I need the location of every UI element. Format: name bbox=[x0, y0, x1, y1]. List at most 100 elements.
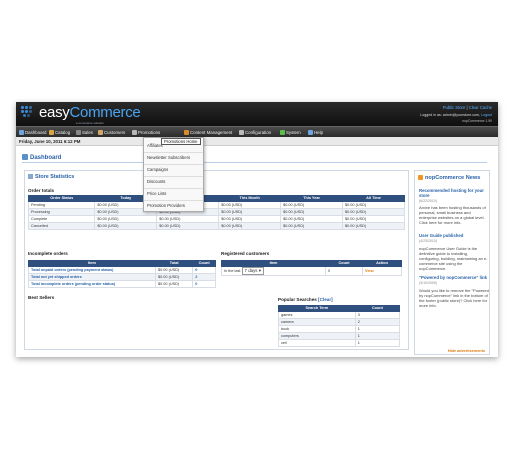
table-cell: $0.00 (USD) bbox=[342, 207, 405, 216]
table-cell: $0.00 (USD) bbox=[280, 207, 344, 216]
table-cell: Pending bbox=[27, 200, 96, 209]
table-cell: $0.00 (USD) bbox=[342, 221, 405, 230]
logged-in-text: Logged in as: admin@yourstore.com, bbox=[420, 113, 480, 117]
menu-label: Dashboard bbox=[25, 130, 47, 135]
table-row: Complete $0.00 (USD) $0.00 (USD) $0.00 (USD… bbox=[27, 214, 405, 223]
table-cell[interactable]: 0 bbox=[192, 265, 216, 274]
table-row: In the last 7 days ▾ 0 View bbox=[220, 265, 402, 276]
table-cell: computers bbox=[278, 331, 356, 340]
table-row: Pending $0.00 (USD) $0.00 (USD) $0.00 (USD)… bbox=[27, 200, 405, 209]
sales-icon bbox=[76, 130, 81, 135]
table-cell: $0.00 (USD) bbox=[280, 200, 344, 209]
menu-label: Content Management bbox=[190, 130, 233, 135]
clear-cache-link[interactable]: Clear Cache bbox=[469, 105, 492, 110]
news-body: Would you like to remove the "Powered by… bbox=[419, 288, 489, 308]
hide-advertisements-link[interactable]: Hide advertisements bbox=[448, 349, 485, 353]
page-title: Dashboard bbox=[22, 154, 61, 161]
divider bbox=[144, 176, 203, 177]
menu-dashboard[interactable]: Dashboard bbox=[19, 129, 46, 136]
table-cell[interactable]: Total not yet shipped orders bbox=[27, 272, 157, 281]
news-date: (3/10/2009) bbox=[419, 281, 437, 285]
rss-icon bbox=[418, 175, 423, 180]
date-bar: Friday, June 10, 2011 6:12 PM bbox=[16, 137, 498, 146]
table-row[interactable]: Total unpaid orders (pending payment sta… bbox=[27, 265, 216, 274]
divider bbox=[144, 164, 203, 165]
table-cell: $0.00 (USD) bbox=[156, 221, 220, 230]
logo-dots-icon bbox=[21, 106, 36, 120]
registered-customers-label: Registered customers bbox=[221, 251, 270, 256]
table-cell: $0.00 (USD) bbox=[218, 221, 282, 230]
dropdown-item-promotion-providers[interactable]: Promotion Providers bbox=[147, 203, 185, 208]
table-cell[interactable]: 0 bbox=[192, 279, 216, 288]
version-text: nopCommerce 1.90 bbox=[462, 119, 492, 123]
catalog-icon bbox=[49, 130, 54, 135]
app-window: easyCommerce e-commerce solution Public … bbox=[16, 102, 498, 357]
news-headline[interactable]: "Powered by nopCommerce" link bbox=[419, 275, 489, 280]
menu-label: Configuration bbox=[245, 130, 272, 135]
public-store-link[interactable]: Public Store bbox=[443, 105, 466, 110]
table-cell: 1 bbox=[354, 331, 401, 340]
period-select[interactable]: 7 days ▾ bbox=[241, 266, 264, 275]
customers-icon bbox=[98, 130, 103, 135]
table-cell: 1 bbox=[354, 338, 401, 347]
promotions-dropdown-menu: Affiliates Newsletter Subscribers Campai… bbox=[143, 137, 204, 212]
menu-help[interactable]: Help bbox=[308, 129, 323, 136]
row-prefix: In the last bbox=[224, 268, 241, 273]
divider bbox=[144, 188, 203, 189]
news-body: nopCommerce User Guide is the definitive… bbox=[419, 246, 488, 271]
table-cell: book bbox=[278, 324, 356, 333]
store-statistics-title-text: Store Statistics bbox=[35, 174, 75, 180]
header-links: Public Store | Clear Cache bbox=[443, 105, 492, 110]
logo[interactable]: easyCommerce bbox=[39, 104, 141, 121]
dropdown-item-campaigns[interactable]: Campaigns bbox=[147, 167, 168, 172]
logo-suffix: Commerce bbox=[69, 104, 141, 121]
menu-label: Help bbox=[314, 130, 324, 135]
news-headline[interactable]: Recommended hosting for your store bbox=[419, 188, 489, 198]
table-cell: 2 bbox=[354, 317, 401, 326]
table-cell: $0.00 (USD) bbox=[342, 214, 405, 223]
table-cell: In the last 7 days ▾ bbox=[220, 265, 327, 276]
table-cell: $0.00 (USD) bbox=[156, 214, 220, 223]
table-row: Cancelled $0.00 (USD) $0.00 (USD) $0.00 (US… bbox=[27, 221, 405, 230]
menu-promotions[interactable]: Promotions bbox=[132, 129, 160, 136]
menu-content-management[interactable]: Content Management bbox=[184, 129, 232, 136]
view-link[interactable]: View bbox=[362, 265, 402, 276]
clear-link[interactable]: [Clear] bbox=[318, 297, 333, 302]
menu-label: Catalog bbox=[55, 130, 71, 135]
promotions-home-tooltip[interactable]: Promotions Home bbox=[161, 138, 201, 145]
news-headline[interactable]: User Guide published bbox=[419, 233, 489, 238]
menu-catalog[interactable]: Catalog bbox=[49, 129, 70, 136]
table-row: Processing $0.00 (USD) $0.00 (USD) $0.00 (U… bbox=[27, 207, 405, 216]
content-management-icon bbox=[184, 130, 189, 135]
logout-link[interactable]: Logout bbox=[481, 113, 492, 117]
table-cell: $0.00 (USD) bbox=[280, 221, 344, 230]
logged-in-info: Logged in as: admin@yourstore.com, Logou… bbox=[420, 113, 492, 117]
promotions-icon bbox=[132, 130, 137, 135]
table-row[interactable]: Total incomplete orders (pending order s… bbox=[27, 279, 216, 288]
table-cell[interactable]: Total unpaid orders (pending payment sta… bbox=[27, 265, 157, 274]
news-panel: nopCommerce News Recommended hosting for… bbox=[414, 170, 490, 355]
dropdown-item-discounts[interactable]: Discounts bbox=[147, 179, 165, 184]
table-cell: $0.00 (USD) bbox=[218, 207, 282, 216]
dropdown-item-price-lists[interactable]: Price Lists bbox=[147, 191, 166, 196]
dashboard-icon bbox=[19, 130, 24, 135]
menu-system[interactable]: System bbox=[280, 129, 301, 136]
divider bbox=[144, 200, 203, 201]
menu-configuration[interactable]: Configuration bbox=[239, 129, 271, 136]
table-cell: $0.00 (USD) bbox=[94, 221, 158, 230]
help-icon bbox=[308, 130, 313, 135]
table-cell[interactable]: 2 bbox=[192, 272, 216, 281]
table-cell[interactable]: Total incomplete orders (pending order s… bbox=[27, 279, 157, 288]
table-row: book 1 bbox=[278, 324, 401, 333]
news-date: (6/22/2010) bbox=[419, 199, 437, 203]
table-row[interactable]: Total not yet shipped orders $0.00 (USD) 2 bbox=[27, 272, 216, 281]
menu-sales[interactable]: Sales bbox=[76, 129, 93, 136]
menu-customers[interactable]: Customers bbox=[98, 129, 125, 136]
divider bbox=[144, 152, 203, 153]
table-cell: $0.00 (USD) bbox=[218, 214, 282, 223]
period-select-value: 7 days bbox=[244, 267, 258, 273]
table-cell: camera bbox=[278, 317, 356, 326]
dropdown-item-newsletter-subscribers[interactable]: Newsletter Subscribers bbox=[147, 155, 190, 160]
registered-customers-table: Item Count Action In the last 7 days ▾ 0… bbox=[220, 260, 402, 276]
menu-label: Sales bbox=[82, 130, 93, 135]
